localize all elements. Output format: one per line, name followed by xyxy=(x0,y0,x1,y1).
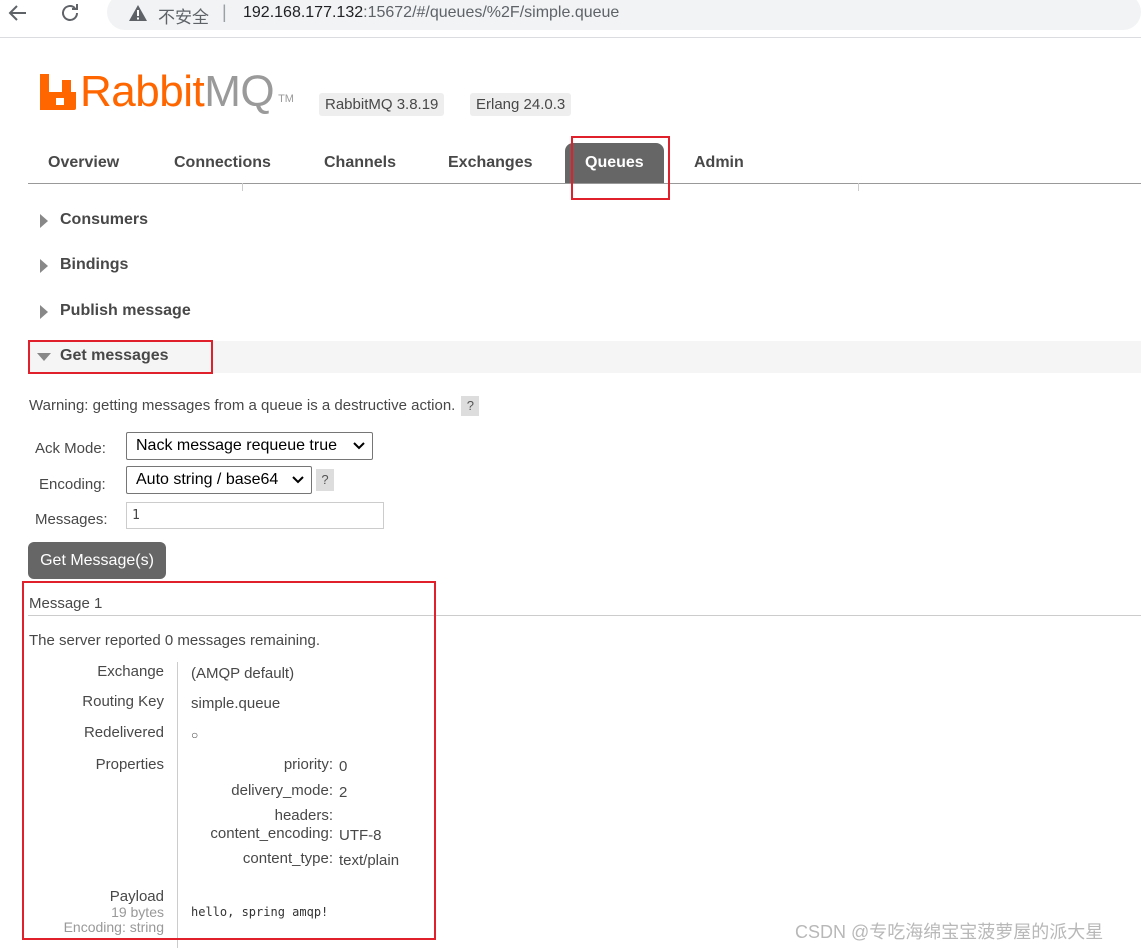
tab-channels[interactable]: Channels xyxy=(304,143,416,183)
tab-overview[interactable]: Overview xyxy=(28,143,139,183)
caret-down-icon xyxy=(37,353,51,361)
delivery-mode-label: delivery_mode: xyxy=(231,782,333,799)
caret-right-icon xyxy=(40,259,48,273)
tab-divider xyxy=(858,183,859,191)
warning-text: Warning: getting messages from a queue i… xyxy=(29,397,456,414)
headers-label: headers: xyxy=(274,807,333,824)
encoding-label: Encoding: xyxy=(39,476,106,493)
tab-exchanges[interactable]: Exchanges xyxy=(428,143,552,183)
section-get-messages[interactable]: Get messages xyxy=(28,341,1141,373)
tab-divider xyxy=(242,183,243,191)
encoding-value: Auto string / base64 xyxy=(136,471,279,488)
payload-encoding: Encoding: string xyxy=(63,919,164,935)
content-encoding-label: content_encoding: xyxy=(210,825,333,842)
tab-admin[interactable]: Admin xyxy=(674,143,764,183)
payload-value: hello, spring amqp! xyxy=(191,905,329,919)
properties-label: Properties xyxy=(95,756,164,773)
logo-trademark: TM xyxy=(278,93,294,105)
redelivered-value: ○ xyxy=(191,728,199,742)
ack-mode-label: Ack Mode: xyxy=(35,440,106,457)
content-encoding-value: UTF-8 xyxy=(339,827,382,844)
content-type-label: content_type: xyxy=(242,850,333,867)
table-divider xyxy=(177,662,178,948)
divider xyxy=(28,615,1141,616)
watermark: CSDN @专吃海绵宝宝菠萝屋的派大星 xyxy=(795,922,1104,942)
get-messages-button[interactable]: Get Message(s) xyxy=(28,542,166,579)
url-path: :15672/#/queues/%2F/simple.queue xyxy=(363,4,620,21)
back-button[interactable] xyxy=(3,0,33,28)
content-type-value: text/plain xyxy=(339,852,400,869)
browser-toolbar: 不安全 | 192.168.177.132:15672/#/queues/%2F… xyxy=(0,0,1141,38)
tab-queues[interactable]: Queues xyxy=(565,143,664,183)
priority-label: priority: xyxy=(283,756,333,773)
routing-key-value: simple.queue xyxy=(191,695,281,712)
url-text[interactable]: 192.168.177.132:15672/#/queues/%2F/simpl… xyxy=(243,4,619,22)
reload-icon xyxy=(62,4,78,21)
logo-mq-text: MQ xyxy=(204,67,275,116)
exchange-value: (AMQP default) xyxy=(191,665,295,682)
section-title: Publish message xyxy=(60,302,191,319)
caret-right-icon xyxy=(40,214,48,228)
rabbitmq-logo[interactable]: RabbitMQ TM xyxy=(40,70,294,114)
logo-wordmark: RabbitMQ xyxy=(80,67,275,116)
remaining-messages-text: The server reported 0 messages remaining… xyxy=(29,632,320,649)
delivery-mode-value: 2 xyxy=(339,784,348,801)
not-secure-label[interactable]: 不安全 xyxy=(158,3,209,28)
routing-key-label: Routing Key xyxy=(82,693,164,710)
reported-prefix: The server reported xyxy=(29,632,165,649)
redelivered-label: Redelivered xyxy=(83,724,164,741)
url-host: 192.168.177.132 xyxy=(243,4,364,21)
exchange-label: Exchange xyxy=(97,663,164,680)
tab-connections[interactable]: Connections xyxy=(154,143,291,183)
chevron-down-icon xyxy=(353,433,365,468)
section-title: Bindings xyxy=(60,256,129,273)
section-bindings[interactable]: Bindings xyxy=(28,250,1141,282)
warning-triangle-icon[interactable] xyxy=(128,3,148,23)
help-button[interactable]: ? xyxy=(461,396,480,416)
section-title: Consumers xyxy=(60,211,149,228)
section-consumers[interactable]: Consumers xyxy=(28,205,1141,237)
caret-right-icon xyxy=(40,305,48,319)
messages-count-input[interactable]: 1 xyxy=(126,502,384,529)
logo-rabbit-text: Rabbit xyxy=(80,67,205,116)
reload-button[interactable] xyxy=(55,0,85,28)
ack-mode-value: Nack message requeue true xyxy=(136,437,337,454)
encoding-select[interactable]: Auto string / base64 xyxy=(126,466,312,494)
main-nav-tabs: Overview Connections Channels Exchanges … xyxy=(28,139,1141,184)
arrow-left-icon xyxy=(8,5,26,21)
url-separator: | xyxy=(222,2,227,22)
section-title: Get messages xyxy=(60,347,169,364)
erlang-badge: Erlang 24.0.3 xyxy=(470,93,572,116)
message-title: Message 1 xyxy=(29,595,103,612)
section-publish-message[interactable]: Publish message xyxy=(28,296,1141,328)
version-badge: RabbitMQ 3.8.19 xyxy=(319,93,445,116)
encoding-help-button[interactable]: ? xyxy=(316,469,334,491)
reported-suffix: messages remaining. xyxy=(173,632,320,649)
priority-value: 0 xyxy=(339,758,348,775)
destructive-warning: Warning: getting messages from a queue i… xyxy=(29,396,480,416)
ack-mode-select[interactable]: Nack message requeue true xyxy=(126,432,373,460)
messages-label: Messages: xyxy=(35,511,108,528)
payload-size: 19 bytes xyxy=(111,904,164,920)
remaining-count: 0 xyxy=(164,632,174,649)
chevron-down-icon xyxy=(292,467,304,502)
rabbitmq-logo-icon xyxy=(40,74,76,110)
payload-label: Payload xyxy=(109,888,164,905)
